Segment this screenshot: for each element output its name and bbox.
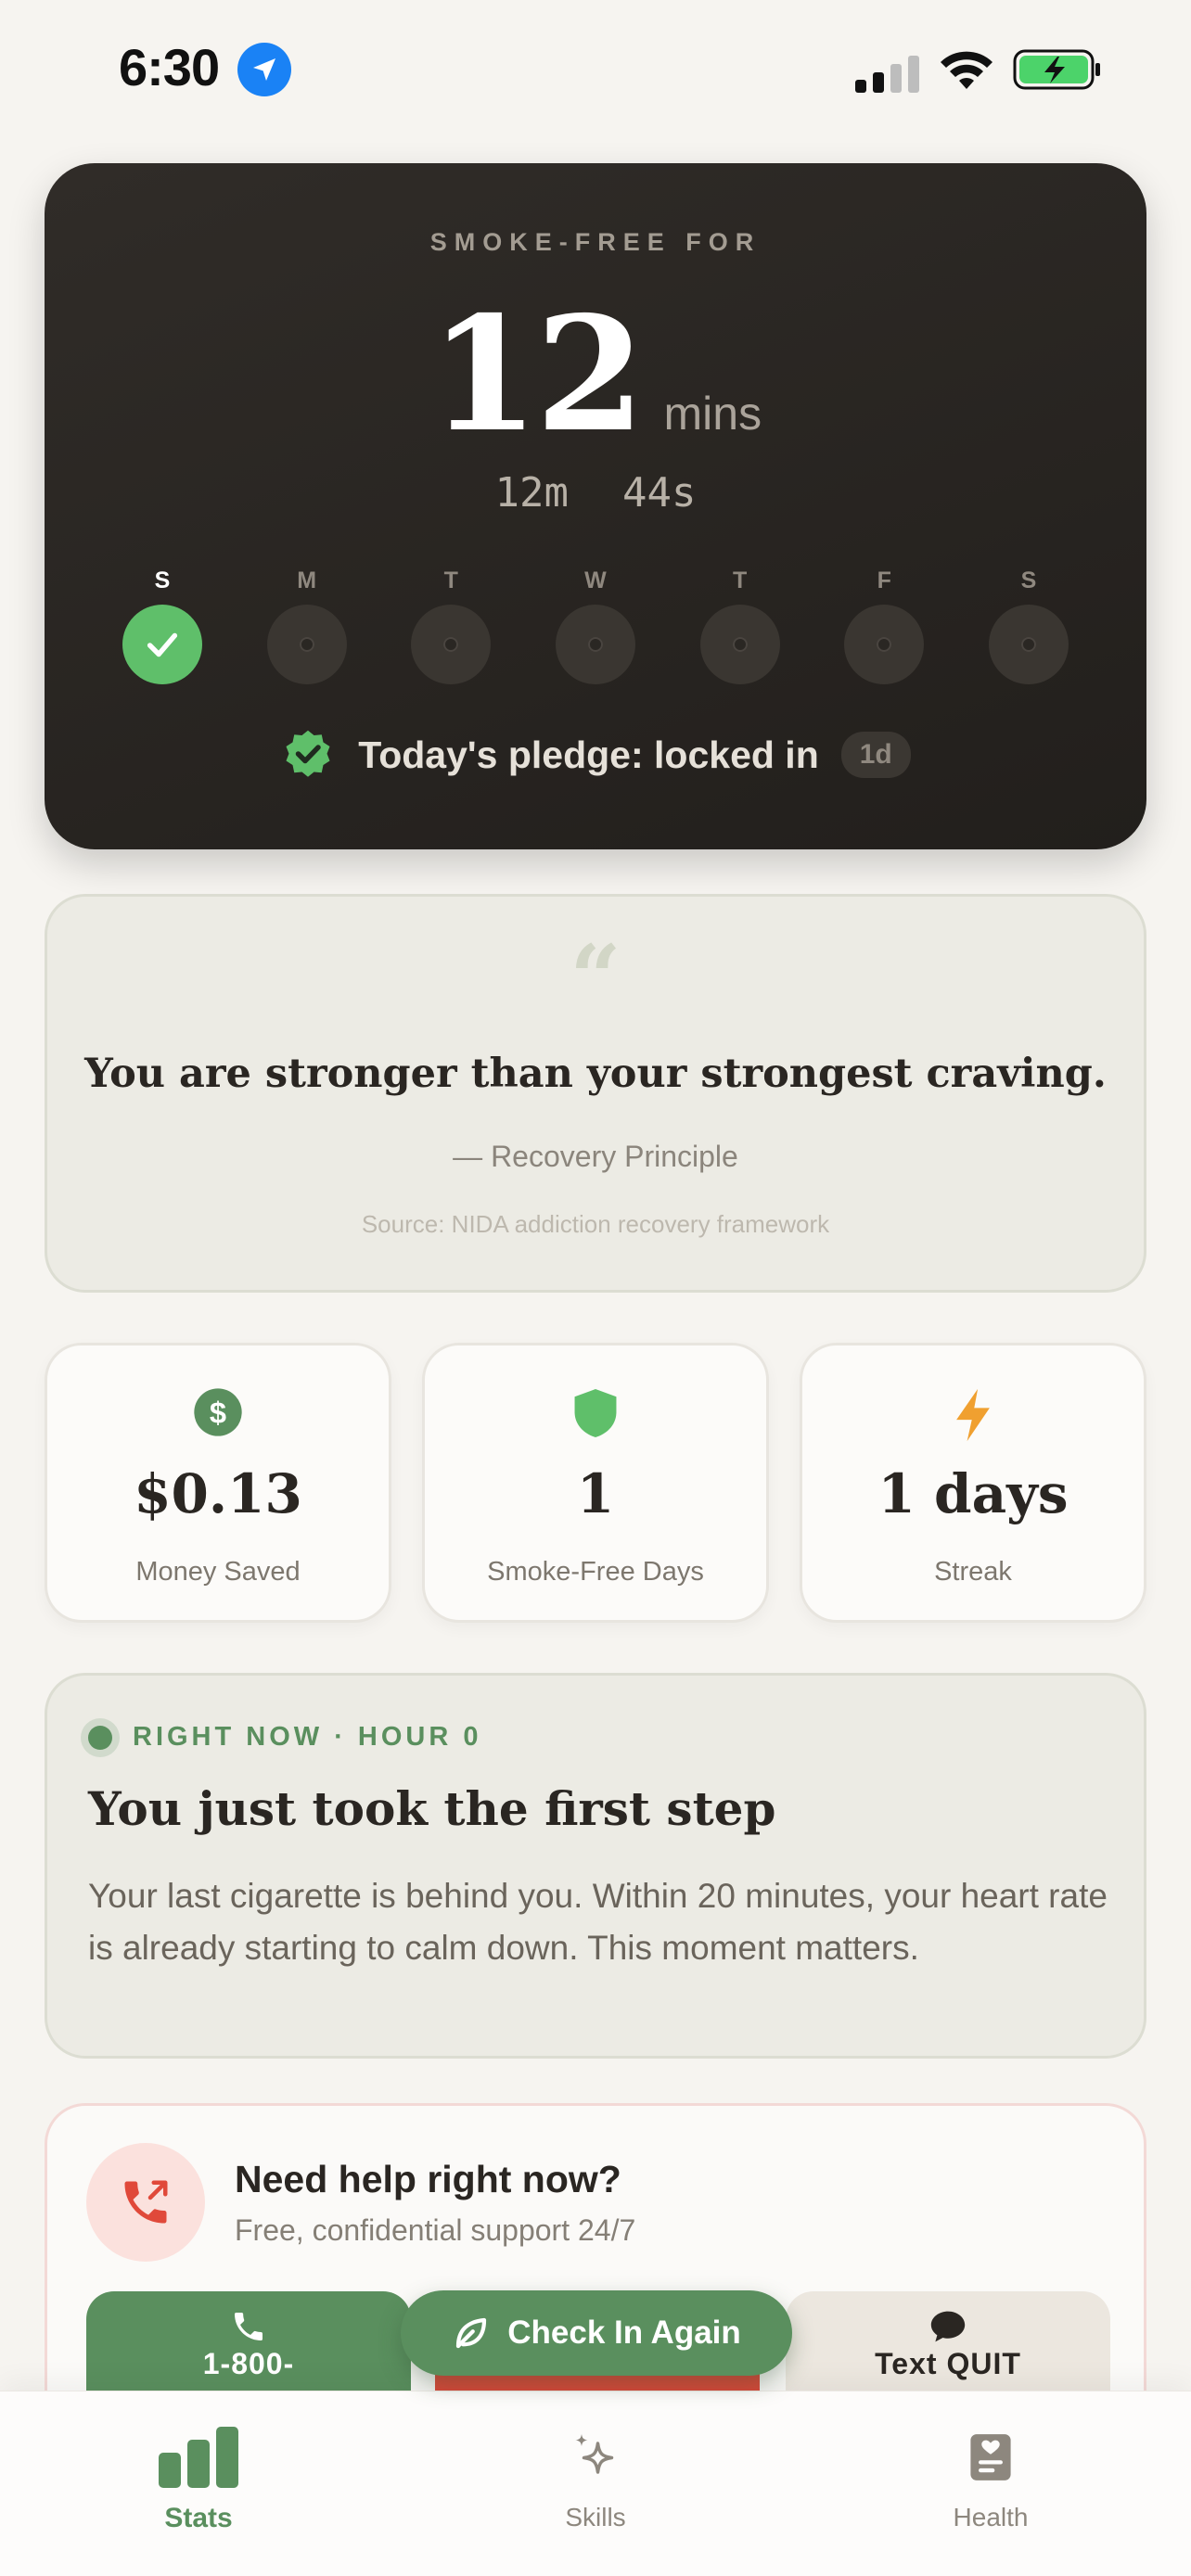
check-in-again-label: Check In Again [507, 2315, 741, 2351]
phone-outgoing-icon [86, 2143, 205, 2262]
day-wednesday[interactable]: W [555, 567, 635, 688]
tab-skills-label: Skills [565, 2503, 626, 2531]
elapsed-minutes: 12m [494, 469, 569, 516]
elapsed-time-detail: 12m 44s [45, 469, 1146, 516]
verified-badge-icon [286, 730, 330, 777]
smoke-free-days-card[interactable]: 1 Smoke-Free Days [422, 1343, 769, 1623]
milestone-kicker: RIGHT NOW · HOUR 0 [133, 1722, 482, 1752]
pledge-streak-badge: 1d [840, 732, 911, 778]
day-letter: S [154, 567, 171, 593]
day-pending-dot [988, 605, 1069, 684]
tab-stats-label: Stats [164, 2503, 233, 2533]
smoke-free-days-value: 1 [576, 1462, 615, 1525]
smoke-free-unit: mins [663, 388, 762, 440]
quote-author: — Recovery Principle [453, 1140, 738, 1173]
bar-chart-icon [157, 2425, 240, 2490]
quote-source: Source: NIDA addiction recovery framewor… [361, 1210, 830, 1238]
smoke-free-days-label: Smoke-Free Days [487, 1557, 704, 1587]
smoke-free-count: 12 mins [45, 282, 1146, 467]
quote-mark-icon: “ [570, 925, 621, 1030]
current-milestone-card: RIGHT NOW · HOUR 0 You just took the fir… [45, 1673, 1146, 2059]
streak-card[interactable]: 1 days Streak [800, 1343, 1146, 1623]
tab-stats[interactable]: Stats [96, 2425, 301, 2534]
day-letter: S [1020, 567, 1037, 593]
smoke-free-number: 12 [429, 282, 646, 467]
smoke-free-timer-card: SMOKE-FREE FOR 12 mins 12m 44s S M T W T [45, 163, 1146, 849]
day-pending-dot [844, 605, 925, 684]
dollar-icon: $ [47, 1386, 389, 1442]
money-saved-card[interactable]: $ $0.13 Money Saved [45, 1343, 391, 1623]
quote-text: You are stronger than your strongest cra… [84, 1051, 1107, 1097]
milestone-header: RIGHT NOW · HOUR 0 [88, 1722, 482, 1753]
day-letter: T [443, 567, 458, 593]
day-sunday[interactable]: S [122, 567, 202, 688]
battery-charging-icon [1013, 49, 1100, 90]
money-saved-value: $0.13 [134, 1462, 302, 1525]
day-pending-dot [411, 605, 492, 684]
day-letter: M [297, 567, 317, 593]
milestone-title: You just took the first step [88, 1781, 776, 1836]
status-bar: 6:30 [0, 0, 1191, 139]
day-letter: F [877, 567, 891, 593]
live-indicator-dot [88, 1725, 112, 1750]
streak-label: Streak [934, 1557, 1012, 1587]
call-quitline-label: 1-800- [202, 2347, 295, 2380]
cellular-signal-icon [855, 56, 919, 93]
day-friday[interactable]: F [844, 567, 925, 688]
day-saturday[interactable]: S [988, 567, 1069, 688]
week-tracker: S M T W T F S [122, 567, 1069, 688]
tab-health-label: Health [953, 2503, 1029, 2531]
day-tuesday[interactable]: T [411, 567, 492, 688]
day-pending-dot [266, 605, 347, 684]
day-thursday[interactable]: T [699, 567, 780, 688]
tab-health[interactable]: Health [889, 2425, 1093, 2532]
check-icon [122, 605, 202, 684]
day-pending-dot [699, 605, 780, 684]
phone-icon [86, 2308, 411, 2345]
chat-bubble-icon [786, 2308, 1110, 2345]
pledge-text: Today's pledge: locked in [358, 733, 819, 776]
leaf-icon [456, 2317, 487, 2349]
smoke-free-label: SMOKE-FREE FOR [429, 228, 762, 256]
health-card-icon [967, 2425, 1015, 2490]
day-letter: W [584, 567, 607, 593]
motivational-quote-card: “ You are stronger than your strongest c… [45, 894, 1146, 1293]
text-quit-label: Text QUIT [875, 2347, 1021, 2380]
bottom-tab-bar: Stats Skills Health [0, 2391, 1191, 2576]
money-saved-label: Money Saved [135, 1557, 301, 1587]
daily-pledge[interactable]: Today's pledge: locked in 1d [45, 727, 1146, 783]
help-subtitle: Free, confidential support 24/7 [235, 2213, 636, 2247]
sparkle-icon [568, 2425, 623, 2490]
status-time: 6:30 [119, 38, 220, 96]
streak-value: 1 days [877, 1462, 1069, 1525]
day-letter: T [732, 567, 748, 593]
day-pending-dot [555, 605, 635, 684]
milestone-body: Your last cigarette is behind you. Withi… [88, 1877, 1108, 1967]
day-monday[interactable]: M [266, 567, 347, 688]
help-title: Need help right now? [235, 2158, 621, 2200]
location-arrow-icon [237, 43, 291, 96]
check-in-again-button[interactable]: Check In Again [401, 2290, 792, 2376]
svg-text:$: $ [210, 1396, 226, 1430]
elapsed-seconds: 44s [622, 469, 697, 516]
shield-icon [425, 1386, 766, 1442]
lightning-icon [802, 1386, 1144, 1442]
wifi-icon [941, 51, 992, 89]
tab-skills[interactable]: Skills [493, 2425, 698, 2532]
